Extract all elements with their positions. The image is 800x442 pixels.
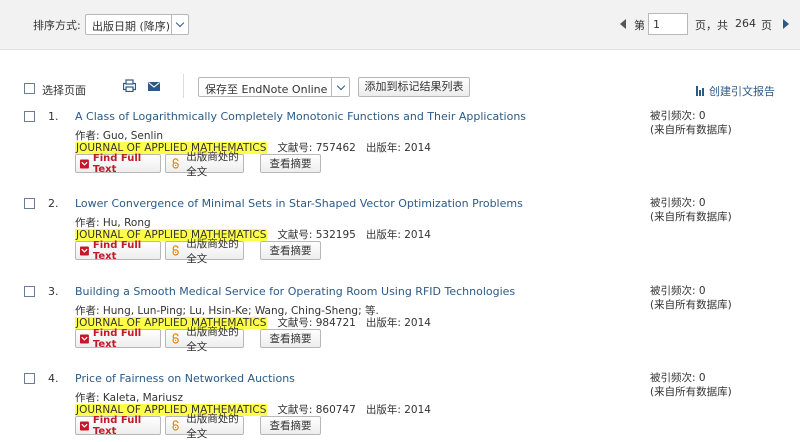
find-full-text-label: Find Full Text bbox=[92, 327, 142, 350]
publisher-full-text-button[interactable]: 出版商处的全文 bbox=[165, 326, 244, 353]
sort-label: 排序方式: bbox=[33, 19, 81, 32]
bar-chart-icon bbox=[696, 86, 704, 96]
times-cited: 被引频次: 0 bbox=[650, 197, 706, 209]
citation-count: 被引频次: 0 (来自所有数据库) bbox=[650, 109, 732, 137]
times-cited: 被引频次: 0 bbox=[650, 110, 706, 122]
publication-year: 出版年: 2014 bbox=[365, 404, 431, 416]
publisher-full-text-label: 出版商处的全文 bbox=[186, 325, 239, 353]
pager-suffix-2: 页 bbox=[761, 19, 772, 32]
view-abstract-button[interactable]: 查看摘要 bbox=[260, 416, 321, 435]
record-number: 3. bbox=[48, 285, 59, 298]
save-to-dropdown[interactable]: 保存至 EndNote Online bbox=[198, 77, 350, 97]
find-full-text-button[interactable]: Find Full Text bbox=[75, 152, 161, 175]
create-citation-report-link[interactable]: 创建引文报告 bbox=[696, 83, 775, 99]
result-record: 1. A Class of Logarithmically Completely… bbox=[0, 110, 800, 190]
page-number-input[interactable] bbox=[648, 13, 688, 35]
publication-year: 出版年: 2014 bbox=[365, 229, 431, 241]
find-full-text-label: Find Full Text bbox=[92, 239, 142, 262]
create-citation-report-label: 创建引文报告 bbox=[709, 85, 775, 98]
record-actions: Find Full Text 出版商处的全文 查看摘要 bbox=[75, 326, 321, 353]
select-page-label: 选择页面 bbox=[42, 84, 86, 97]
publisher-full-text-button[interactable]: 出版商处的全文 bbox=[165, 413, 244, 440]
add-to-marked-list-button[interactable]: 添加到标记结果列表 bbox=[358, 77, 470, 97]
result-record: 3. Building a Smooth Medical Service for… bbox=[0, 285, 800, 365]
record-checkbox[interactable] bbox=[24, 198, 35, 209]
publisher-full-text-label: 出版商处的全文 bbox=[186, 412, 239, 440]
times-cited: 被引频次: 0 bbox=[650, 372, 706, 384]
open-lock-icon bbox=[172, 245, 179, 256]
citation-count: 被引频次: 0 (来自所有数据库) bbox=[650, 284, 732, 312]
publisher-full-text-button[interactable]: 出版商处的全文 bbox=[165, 238, 244, 265]
select-page-checkbox[interactable] bbox=[24, 83, 35, 94]
times-cited-note: (来自所有数据库) bbox=[650, 299, 732, 311]
view-abstract-button[interactable]: 查看摘要 bbox=[260, 154, 321, 173]
record-actions: Find Full Text 出版商处的全文 查看摘要 bbox=[75, 151, 321, 178]
email-icon[interactable] bbox=[148, 82, 160, 91]
article-number: 文献号: 757462 bbox=[277, 142, 356, 154]
open-lock-icon bbox=[172, 158, 179, 169]
record-checkbox[interactable] bbox=[24, 373, 35, 384]
chevron-down-icon[interactable] bbox=[331, 78, 349, 96]
find-full-text-label: Find Full Text bbox=[92, 414, 142, 437]
publisher-full-text-label: 出版商处的全文 bbox=[186, 237, 239, 265]
record-checkbox[interactable] bbox=[24, 111, 35, 122]
toolbar-divider bbox=[183, 74, 184, 98]
find-full-text-label: Find Full Text bbox=[92, 152, 142, 175]
open-lock-icon bbox=[172, 420, 179, 431]
publisher-full-text-button[interactable]: 出版商处的全文 bbox=[165, 151, 244, 178]
find-full-text-button[interactable]: Find Full Text bbox=[75, 414, 161, 437]
citation-count: 被引频次: 0 (来自所有数据库) bbox=[650, 371, 732, 399]
publisher-full-text-label: 出版商处的全文 bbox=[186, 150, 239, 178]
find-full-text-icon bbox=[80, 159, 89, 168]
citation-count: 被引频次: 0 (来自所有数据库) bbox=[650, 196, 732, 224]
times-cited: 被引频次: 0 bbox=[650, 285, 706, 297]
record-checkbox[interactable] bbox=[24, 286, 35, 297]
record-number: 1. bbox=[48, 110, 59, 123]
find-full-text-icon bbox=[80, 421, 89, 430]
open-lock-icon bbox=[172, 333, 179, 344]
record-actions: Find Full Text 出版商处的全文 查看摘要 bbox=[75, 238, 321, 265]
find-full-text-icon bbox=[80, 246, 89, 255]
prev-page-icon[interactable] bbox=[620, 19, 626, 29]
sort-dropdown[interactable]: 出版日期 (降序) bbox=[85, 14, 189, 35]
find-full-text-icon bbox=[80, 334, 89, 343]
result-record: 2. Lower Convergence of Minimal Sets in … bbox=[0, 197, 800, 277]
sort-selected-value: 出版日期 (降序) bbox=[92, 20, 171, 33]
times-cited-note: (来自所有数据库) bbox=[650, 386, 732, 398]
result-record: 4. Price of Fairness on Networked Auctio… bbox=[0, 372, 800, 442]
find-full-text-button[interactable]: Find Full Text bbox=[75, 327, 161, 350]
find-full-text-button[interactable]: Find Full Text bbox=[75, 239, 161, 262]
record-title-link[interactable]: Lower Convergence of Minimal Sets in Sta… bbox=[75, 197, 523, 210]
next-page-icon[interactable] bbox=[783, 19, 789, 29]
results-toolbar: 排序方式: 出版日期 (降序) 第 页，共 264 页 bbox=[0, 0, 800, 50]
record-title-link[interactable]: Price of Fairness on Networked Auctions bbox=[75, 372, 295, 385]
record-actions: Find Full Text 出版商处的全文 查看摘要 bbox=[75, 413, 321, 440]
record-number: 2. bbox=[48, 197, 59, 210]
print-icon[interactable] bbox=[123, 79, 136, 92]
article-number: 文献号: 984721 bbox=[277, 317, 356, 329]
article-number: 文献号: 860747 bbox=[277, 404, 356, 416]
total-pages: 264 bbox=[735, 17, 756, 30]
times-cited-note: (来自所有数据库) bbox=[650, 211, 732, 223]
pager-prefix: 第 bbox=[634, 19, 645, 32]
view-abstract-button[interactable]: 查看摘要 bbox=[260, 241, 321, 260]
publication-year: 出版年: 2014 bbox=[365, 317, 431, 329]
view-abstract-button[interactable]: 查看摘要 bbox=[260, 329, 321, 348]
save-to-value: 保存至 EndNote Online bbox=[205, 83, 328, 96]
record-title-link[interactable]: Building a Smooth Medical Service for Op… bbox=[75, 285, 515, 298]
record-title-link[interactable]: A Class of Logarithmically Completely Mo… bbox=[75, 110, 526, 123]
chevron-down-icon[interactable] bbox=[171, 15, 188, 34]
record-number: 4. bbox=[48, 372, 59, 385]
article-number: 文献号: 532195 bbox=[277, 229, 356, 241]
publication-year: 出版年: 2014 bbox=[365, 142, 431, 154]
pager-suffix: 页，共 bbox=[695, 19, 728, 32]
times-cited-note: (来自所有数据库) bbox=[650, 124, 732, 136]
